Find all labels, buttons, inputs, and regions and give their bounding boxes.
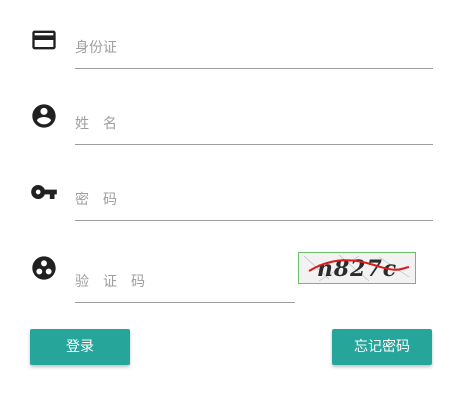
name-field[interactable]: 姓 名 <box>75 101 433 145</box>
key-icon <box>30 178 58 206</box>
captcha-image[interactable]: n827c <box>298 252 416 284</box>
captcha-input[interactable] <box>75 259 295 303</box>
id-card-field[interactable]: 身份证 <box>75 25 433 69</box>
name-input[interactable] <box>75 101 433 145</box>
forgot-password-button[interactable]: 忘记密码 <box>332 329 432 365</box>
login-button[interactable]: 登录 <box>30 329 130 365</box>
id-card-input[interactable] <box>75 25 433 69</box>
captcha-face-icon <box>30 254 58 282</box>
password-input[interactable] <box>75 177 433 221</box>
account-circle-icon <box>30 102 58 130</box>
captcha-field[interactable]: 验 证 码 <box>75 259 295 303</box>
credit-card-icon <box>30 26 58 54</box>
password-field[interactable]: 密 码 <box>75 177 433 221</box>
